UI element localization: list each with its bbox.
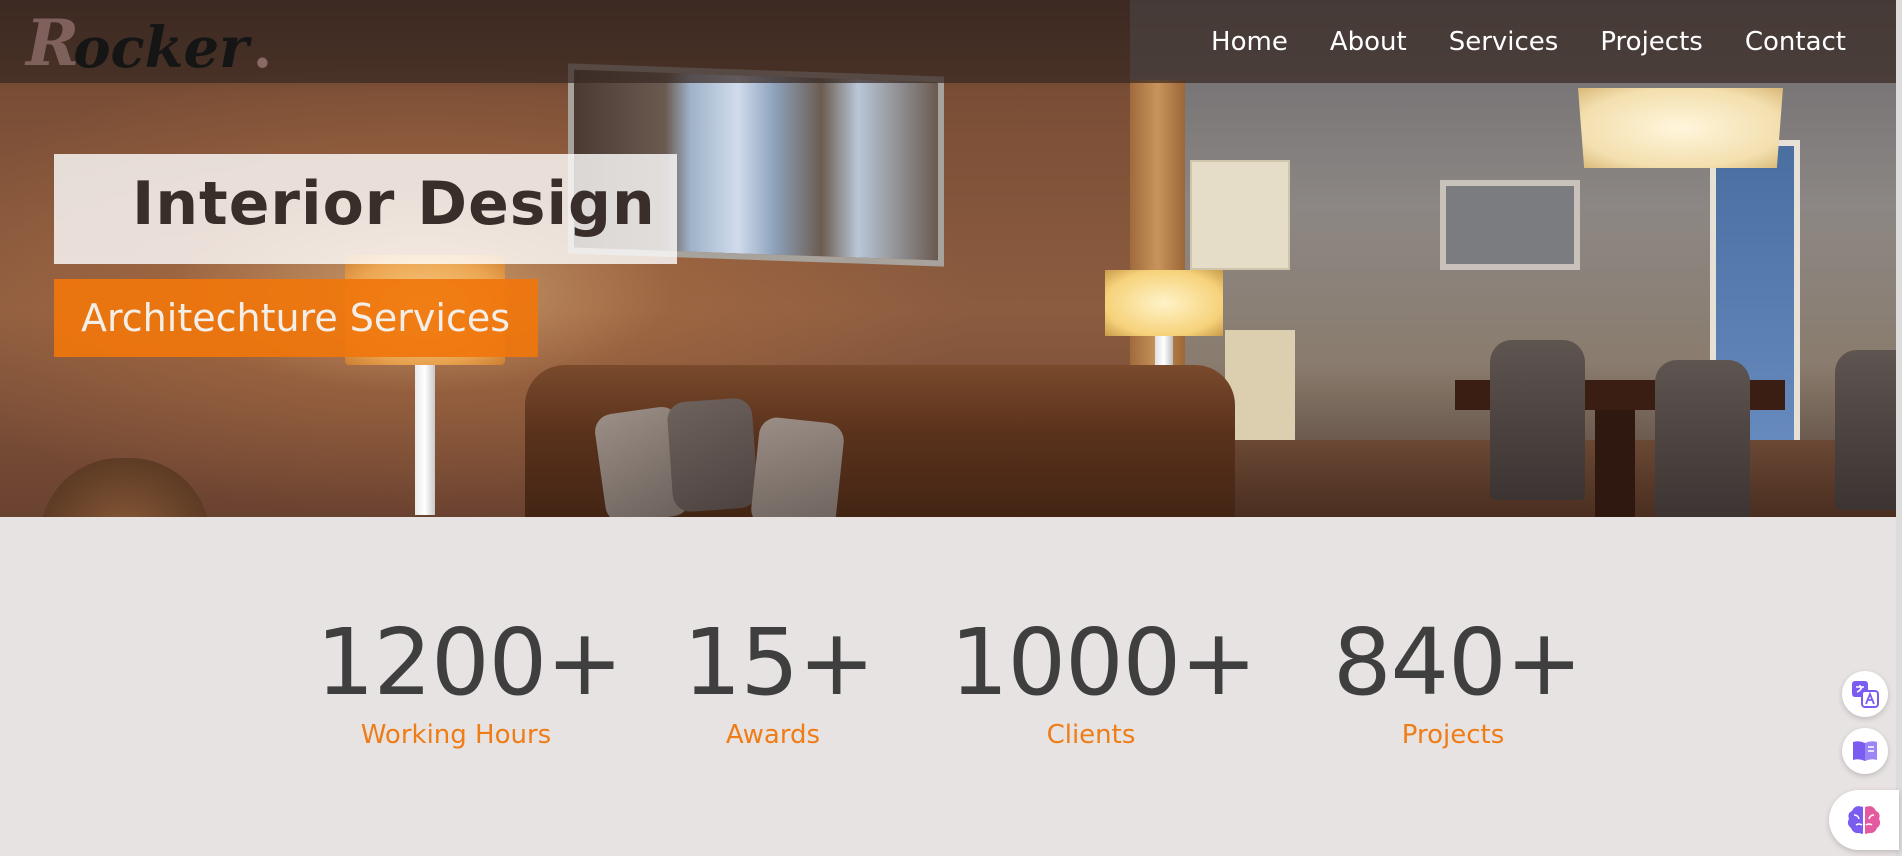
translate-button[interactable] [1842, 671, 1888, 717]
stat-number: 840+ [1333, 609, 1583, 716]
hero-table-leg [1595, 410, 1635, 517]
nav-link-home[interactable]: Home [1211, 27, 1288, 57]
translate-icon [1852, 681, 1879, 708]
stat-awards: 15+ Awards [683, 609, 875, 750]
hero-title-box: Interior Design [54, 154, 677, 264]
nav-link-services[interactable]: Services [1449, 27, 1559, 57]
stat-clients: 1000+ Clients [950, 609, 1257, 750]
nav-item-contact: Contact [1745, 27, 1846, 57]
stat-label: Projects [1401, 719, 1505, 750]
hero-lamp-base [415, 365, 435, 515]
hero-fireplace [1440, 180, 1580, 270]
nav-link-about[interactable]: About [1330, 27, 1407, 57]
hero-chair [1835, 350, 1896, 510]
hero-subtitle-box: Architechture Services [54, 279, 538, 357]
stat-label: Awards [725, 719, 821, 750]
page-scrollbar[interactable] [1896, 0, 1902, 856]
stat-projects: 840+ Projects [1333, 609, 1583, 750]
nav-item-projects: Projects [1600, 27, 1703, 57]
hero-pendant-light [1578, 88, 1783, 168]
nav-link-projects[interactable]: Projects [1600, 27, 1703, 57]
hero-chair [1490, 340, 1585, 500]
hero-cabinet [1225, 330, 1295, 440]
logo-initial: R [26, 6, 80, 81]
nav-item-about: About [1330, 27, 1407, 57]
brand-logo[interactable]: R ocker . [26, 6, 273, 81]
nav-item-services: Services [1449, 27, 1559, 57]
reader-button[interactable] [1842, 728, 1888, 774]
brain-icon [1847, 806, 1881, 834]
logo-text: ocker [73, 15, 249, 81]
hero-title: Interior Design [132, 169, 656, 239]
stat-number: 1000+ [950, 609, 1257, 716]
hero-subtitle: Architechture Services [81, 296, 511, 340]
nav-item-home: Home [1211, 27, 1288, 57]
stat-label: Working Hours [360, 719, 552, 750]
hero-chair [1655, 360, 1750, 517]
assistant-button[interactable] [1829, 790, 1899, 850]
logo-dot: . [252, 15, 273, 81]
top-navbar: R ocker . Home About Services Projects C… [0, 0, 1896, 83]
stat-working-hours: 1200+ Working Hours [316, 609, 623, 750]
nav-link-contact[interactable]: Contact [1745, 27, 1846, 57]
book-icon [1853, 741, 1877, 761]
hero-cabinet [1190, 160, 1290, 270]
stat-number: 15+ [683, 609, 875, 716]
stats-section: 1200+ Working Hours 15+ Awards 1000+ Cli… [0, 517, 1896, 856]
hero-lamp [1105, 270, 1223, 336]
stat-label: Clients [1046, 719, 1136, 750]
hero-pillow [749, 415, 846, 517]
hero-pillow [666, 397, 759, 513]
stat-number: 1200+ [316, 609, 623, 716]
nav-menu: Home About Services Projects Contact [1211, 0, 1846, 83]
